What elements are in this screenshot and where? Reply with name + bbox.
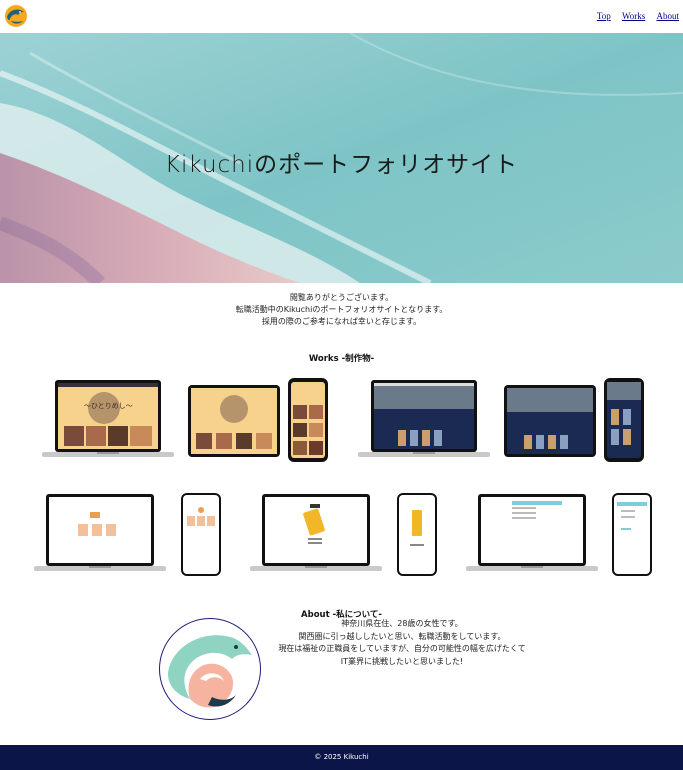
main-nav: Top Works About xyxy=(588,11,679,21)
intro-line: 転職活動中のKikuchiのポートフォリオサイトとなります。 xyxy=(235,305,448,314)
about-line: IT業界に挑戦したいと思いました! xyxy=(340,656,464,666)
nav-link-works[interactable]: Works xyxy=(622,11,645,21)
intro-text: 閲覧ありがとうございます。 転職活動中のKikuchiのポートフォリオサイトとな… xyxy=(0,292,683,328)
works-section-title: Works -制作物- xyxy=(308,354,375,364)
work-5-laptop-mockup[interactable] xyxy=(466,492,598,574)
site-header: Top Works About xyxy=(0,0,683,33)
work-4-phone-mockup[interactable] xyxy=(396,492,438,577)
work-1-laptop-mockup[interactable]: 〜ひとりめし〜 xyxy=(42,378,174,460)
nav-link-top[interactable]: Top xyxy=(597,11,611,21)
site-footer: © 2025 Kikuchi xyxy=(0,745,683,770)
about-text: 神奈川県在住、28歳の女性です。 関西圏に引っ越ししたいと思い、転職活動をしてい… xyxy=(272,618,532,668)
work-3-laptop-mockup[interactable] xyxy=(34,492,166,574)
dolphin-illustration-icon xyxy=(168,635,252,708)
intro-line: 採用の際のご参考になれば幸いと存じます。 xyxy=(261,317,422,326)
footer-copyright: © 2025 Kikuchi xyxy=(314,753,369,761)
work-4-laptop-mockup[interactable] xyxy=(250,492,382,574)
work-2-laptop-mockup[interactable] xyxy=(358,378,490,460)
hero-title: Kikuchiのポートフォリオサイト xyxy=(164,152,519,178)
about-line: 関西圏に引っ越ししたいと思い、転職活動をしています。 xyxy=(298,631,506,641)
about-line: 現在は福祉の正職員をしていますが、自分の可能性の幅を広げたくて xyxy=(278,644,526,653)
about-line: 神奈川県在住、28歳の女性です。 xyxy=(341,619,463,628)
intro-line: 閲覧ありがとうございます。 xyxy=(289,293,394,302)
work-2-tablet-phone-mockup[interactable] xyxy=(502,377,646,463)
work-3-phone-mockup[interactable] xyxy=(180,492,222,577)
work-1-screen-text: 〜ひとりめし〜 xyxy=(84,402,133,410)
work-5-phone-mockup[interactable] xyxy=(611,492,653,577)
hero-image: Kikuchiのポートフォリオサイト xyxy=(0,33,683,283)
about-profile-image xyxy=(159,618,261,720)
work-1-tablet-phone-mockup[interactable] xyxy=(186,377,330,463)
nav-link-about[interactable]: About xyxy=(657,11,680,21)
dolphin-logo-icon[interactable] xyxy=(4,4,28,28)
